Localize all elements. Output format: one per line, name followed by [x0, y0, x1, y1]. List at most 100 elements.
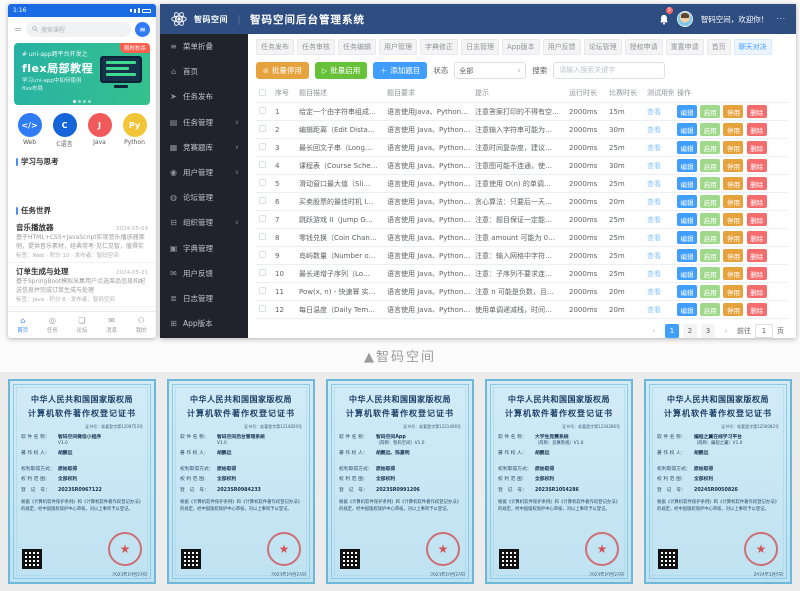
tabbar-item[interactable]: ⌂ 首页: [8, 312, 38, 338]
edit-button[interactable]: 编辑: [677, 267, 697, 280]
edit-button[interactable]: 编辑: [677, 213, 697, 226]
enable-button[interactable]: 启用: [700, 213, 720, 226]
delete-button[interactable]: 删除: [747, 213, 767, 226]
delete-button[interactable]: 删除: [747, 177, 767, 190]
header-more-button[interactable]: ···: [776, 15, 786, 23]
keyword-search-input[interactable]: [553, 62, 665, 79]
view-cases-link[interactable]: 查看: [647, 180, 661, 188]
delete-button[interactable]: 删除: [747, 123, 767, 136]
row-checkbox[interactable]: [259, 107, 266, 114]
tab-chip[interactable]: 任务编辑: [338, 39, 376, 55]
row-checkbox[interactable]: [259, 179, 266, 186]
task-list-item[interactable]: 订单生成与处理 2024-05-21 基于SpringBoot模拟采集用户点选菜…: [8, 263, 156, 307]
quick-link[interactable]: </> Web: [18, 113, 42, 148]
tab-chip[interactable]: 授权申请: [625, 39, 663, 55]
tabbar-item[interactable]: ⚇ 我的: [126, 312, 156, 338]
sidebar-item[interactable]: ⊞ App版本: [160, 311, 248, 336]
sidebar-item[interactable]: ▤ 任务管理 ∨: [160, 110, 248, 135]
edit-button[interactable]: 编辑: [677, 249, 697, 262]
tabbar-item[interactable]: ✉ 消息: [97, 312, 127, 338]
delete-button[interactable]: 删除: [747, 249, 767, 262]
goto-page-input[interactable]: 1: [755, 324, 773, 338]
delete-button[interactable]: 删除: [747, 141, 767, 154]
course-banner[interactable]: 限时秒杀 # uni-app跨平台开发之 flex局部教程 学习uni-app中…: [14, 43, 150, 105]
row-checkbox[interactable]: [259, 269, 266, 276]
sidebar-item[interactable]: ▦ 竞赛题库 ∨: [160, 135, 248, 160]
stop-button[interactable]: 停用: [723, 123, 743, 136]
edit-button[interactable]: 编辑: [677, 231, 697, 244]
view-cases-link[interactable]: 查看: [647, 198, 661, 206]
delete-button[interactable]: 删除: [747, 285, 767, 298]
sidebar-item[interactable]: ≣ 日志管理: [160, 286, 248, 311]
row-checkbox[interactable]: [259, 305, 266, 312]
tab-chip[interactable]: 聊天对决: [734, 39, 772, 55]
row-checkbox[interactable]: [259, 161, 266, 168]
sidebar-item[interactable]: ⌂ 首页: [160, 59, 248, 84]
study-card[interactable]: 看视频学编程轻松入门不用愁: [14, 170, 80, 202]
carousel-dots[interactable]: [73, 100, 91, 103]
tab-chip[interactable]: 任务发布: [256, 39, 294, 55]
edit-button[interactable]: 编辑: [677, 141, 697, 154]
delete-button[interactable]: 删除: [747, 231, 767, 244]
edit-button[interactable]: 编辑: [677, 159, 697, 172]
category-icon[interactable]: ≔: [14, 25, 22, 34]
view-cases-link[interactable]: 查看: [647, 288, 661, 296]
tab-chip[interactable]: 任务审核: [297, 39, 335, 55]
view-cases-link[interactable]: 查看: [647, 108, 661, 116]
page-number-button[interactable]: 2: [683, 324, 697, 338]
sidebar-item[interactable]: ≡ 菜单折叠: [160, 34, 248, 59]
page-number-button[interactable]: 1: [665, 324, 679, 338]
notification-button[interactable]: 5: [659, 10, 669, 29]
edit-button[interactable]: 编辑: [677, 195, 697, 208]
enable-button[interactable]: 启用: [700, 303, 720, 316]
tab-chip[interactable]: 日志管理: [461, 39, 499, 55]
stop-button[interactable]: 停用: [723, 303, 743, 316]
row-checkbox[interactable]: [259, 125, 266, 132]
quick-link[interactable]: C C语言: [53, 113, 77, 148]
row-checkbox[interactable]: [259, 251, 266, 258]
edit-button[interactable]: 编辑: [677, 123, 697, 136]
tab-chip[interactable]: 论坛管理: [584, 39, 622, 55]
row-checkbox[interactable]: [259, 215, 266, 222]
enable-button[interactable]: 启用: [700, 267, 720, 280]
menu-button[interactable]: ≡: [135, 22, 150, 37]
stop-button[interactable]: 停用: [723, 159, 743, 172]
sidebar-item[interactable]: ◉ 用户管理 ∨: [160, 160, 248, 185]
row-checkbox[interactable]: [259, 233, 266, 240]
delete-button[interactable]: 删除: [747, 267, 767, 280]
view-cases-link[interactable]: 查看: [647, 216, 661, 224]
view-cases-link[interactable]: 查看: [647, 234, 661, 242]
stop-button[interactable]: 停用: [723, 267, 743, 280]
page-number-button[interactable]: 3: [701, 324, 715, 338]
view-cases-link[interactable]: 查看: [647, 306, 661, 314]
add-question-button[interactable]: ＋添加题目: [373, 62, 427, 79]
stop-button[interactable]: 停用: [723, 141, 743, 154]
prev-page-button[interactable]: ‹: [647, 324, 661, 338]
stop-button[interactable]: 停用: [723, 195, 743, 208]
tab-chip[interactable]: 首页: [707, 39, 731, 55]
task-list-item[interactable]: 音乐播放器 2024-05-09 基于HTML+CSS+JavaScript实现…: [8, 219, 156, 263]
edit-button[interactable]: 编辑: [677, 303, 697, 316]
enable-button[interactable]: 启用: [700, 231, 720, 244]
enable-button[interactable]: 启用: [700, 177, 720, 190]
tab-chip[interactable]: App版本: [502, 39, 540, 55]
sidebar-item[interactable]: ◍ 论坛管理: [160, 185, 248, 210]
view-cases-link[interactable]: 查看: [647, 126, 661, 134]
avatar[interactable]: [677, 11, 693, 27]
tab-chip[interactable]: 字典修正: [420, 39, 458, 55]
sidebar-item[interactable]: ✉ 用户反馈: [160, 261, 248, 286]
tab-chip[interactable]: 重置申请: [666, 39, 704, 55]
view-cases-link[interactable]: 查看: [647, 144, 661, 152]
batch-enable-button[interactable]: ▷批量启用: [315, 62, 367, 79]
edit-button[interactable]: 编辑: [677, 177, 697, 190]
view-cases-link[interactable]: 查看: [647, 252, 661, 260]
sidebar-item[interactable]: ➤ 任务发布: [160, 84, 248, 109]
row-checkbox[interactable]: [259, 143, 266, 150]
enable-button[interactable]: 启用: [700, 123, 720, 136]
enable-button[interactable]: 启用: [700, 105, 720, 118]
enable-button[interactable]: 启用: [700, 195, 720, 208]
enable-button[interactable]: 启用: [700, 159, 720, 172]
enable-button[interactable]: 启用: [700, 285, 720, 298]
tabbar-item[interactable]: ❑ 论坛: [67, 312, 97, 338]
study-card[interactable]: 趣味编程挑战参与活动赢好礼: [85, 170, 151, 202]
